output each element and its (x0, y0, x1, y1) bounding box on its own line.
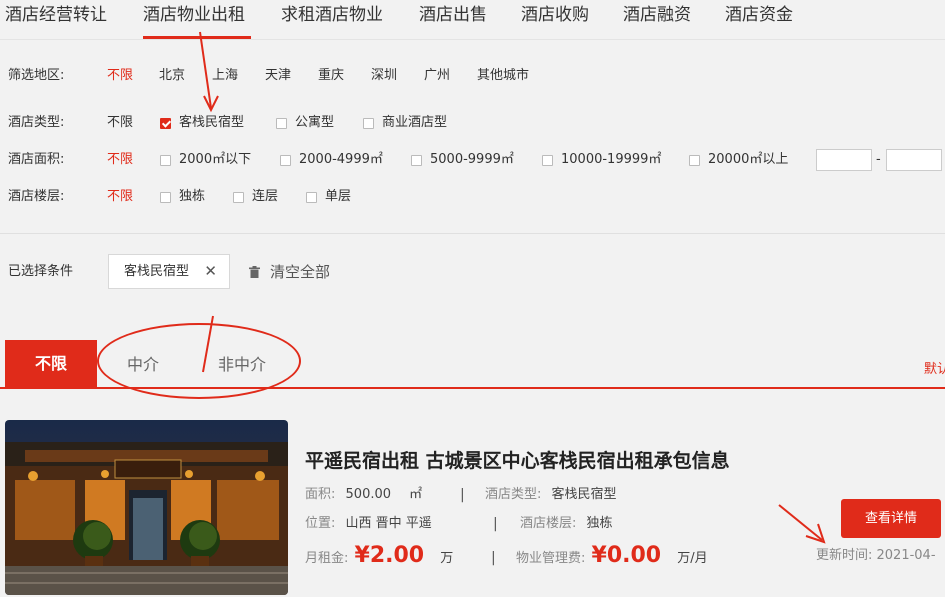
filter-region-row: 筛选地区: 不限 北京 上海 天津 重庆 深圳 广州 其他城市 (0, 65, 945, 87)
listing-mgmt-key: 物业管理费: (516, 551, 586, 566)
filter-region-label: 筛选地区: (8, 68, 65, 83)
active-tab-underline (143, 36, 251, 39)
clear-all-button[interactable]: 清空全部 (249, 261, 330, 283)
filter-area-label: 酒店面积: (8, 152, 65, 167)
tab-hotel-acquisition[interactable]: 酒店收购 (521, 4, 589, 26)
listing-location: 位置: 山西 晋中 平遥 (305, 514, 432, 534)
area-2000-4999-label[interactable]: 2000-4999㎡ (299, 149, 383, 171)
floors-multi-level-label[interactable]: 连层 (252, 186, 278, 208)
area-2000-4999-checkbox[interactable] (280, 155, 291, 166)
selected-condition-chip: 客栈民宿型 ✕ (108, 254, 230, 289)
hotel-type-option-any[interactable]: 不限 (107, 112, 133, 134)
area-option-any[interactable]: 不限 (107, 149, 133, 171)
agent-tab-any[interactable]: 不限 (5, 340, 97, 388)
listing-area: 面积: 500.00 ㎡ (305, 485, 422, 505)
area-max-input[interactable] (886, 149, 942, 171)
separator: | (460, 487, 465, 503)
tab-hotel-property-rent[interactable]: 酒店物业出租 (143, 4, 245, 26)
selected-condition-chip-label: 客栈民宿型 (124, 264, 190, 279)
listing-rent: 月租金: ¥2.00 万 (305, 543, 453, 572)
floors-option-any[interactable]: 不限 (107, 186, 133, 208)
region-option-any[interactable]: 不限 (107, 65, 133, 87)
tab-hotel-sale[interactable]: 酒店出售 (419, 4, 487, 26)
filter-floors-label: 酒店楼层: (8, 189, 65, 204)
listing-area-value: 500.00 (345, 487, 392, 502)
listing-type: 酒店类型: 客栈民宿型 (485, 485, 617, 505)
hotel-facade-image (5, 420, 288, 595)
filter-hotel-type-label: 酒店类型: (8, 115, 65, 130)
listing-mgmt-value: ¥0.00 (591, 543, 662, 568)
tab-hotel-financing[interactable]: 酒店融资 (623, 4, 691, 26)
selected-conditions-label: 已选择条件 (8, 264, 74, 279)
close-icon[interactable]: ✕ (204, 255, 217, 288)
listing-location-key: 位置: (305, 516, 336, 531)
top-nav: 酒店经营转让 酒店物业出租 求租酒店物业 酒店出售 酒店收购 酒店融资 酒店资金 (0, 0, 945, 40)
hotel-type-inn-checkbox[interactable] (160, 118, 171, 129)
region-option-beijing[interactable]: 北京 (159, 65, 185, 87)
listing-type-value: 客栈民宿型 (551, 487, 617, 502)
listing-mgmt-fee: 物业管理费: ¥0.00 万/月 (516, 543, 708, 572)
listing-title[interactable]: 平遥民宿出租 古城景区中心客栈民宿出租承包信息 (305, 448, 730, 474)
listing-thumbnail[interactable] (5, 420, 288, 595)
hotel-type-inn-label[interactable]: 客栈民宿型 (179, 112, 244, 134)
area-under-2000-checkbox[interactable] (160, 155, 171, 166)
listing-rent-value: ¥2.00 (354, 543, 425, 568)
listing-rent-unit: 万 (440, 551, 454, 566)
floors-multi-level-checkbox[interactable] (233, 192, 244, 203)
area-10000-19999-label[interactable]: 10000-19999㎡ (561, 149, 661, 171)
area-over-20000-checkbox[interactable] (689, 155, 700, 166)
area-min-input[interactable] (816, 149, 872, 171)
view-details-button[interactable]: 查看详情 (841, 499, 941, 538)
listing-card: 平遥民宿出租 古城景区中心客栈民宿出租承包信息 面积: 500.00 ㎡ | 酒… (0, 405, 945, 597)
listing-update-time: 更新时间: 2021-04- (816, 548, 936, 563)
area-under-2000-label[interactable]: 2000㎡以下 (179, 149, 251, 171)
separator: | (493, 516, 498, 532)
region-option-shanghai[interactable]: 上海 (212, 65, 238, 87)
listing-area-unit: ㎡ (409, 487, 423, 502)
region-option-tianjin[interactable]: 天津 (265, 65, 291, 87)
floors-whole-building-checkbox[interactable] (160, 192, 171, 203)
listing-rent-key: 月租金: (305, 551, 349, 566)
tab-hotel-funds[interactable]: 酒店资金 (725, 4, 793, 26)
sort-default-link[interactable]: 默认 (924, 358, 945, 377)
tab-hotel-transfer[interactable]: 酒店经营转让 (5, 4, 107, 26)
annotation-ellipse (97, 323, 301, 399)
clear-all-label: 清空全部 (270, 263, 331, 281)
region-option-chongqing[interactable]: 重庆 (318, 65, 344, 87)
area-5000-9999-label[interactable]: 5000-9999㎡ (430, 149, 514, 171)
area-10000-19999-checkbox[interactable] (542, 155, 553, 166)
filter-floors-row: 酒店楼层: 不限 独栋 连层 单层 (0, 186, 945, 208)
listing-location-value: 山西 晋中 平遥 (345, 516, 432, 531)
trash-icon (249, 262, 260, 278)
listing-floor-value: 独栋 (586, 516, 613, 531)
filter-divider (0, 233, 945, 234)
listing-floor-key: 酒店楼层: (520, 516, 577, 531)
region-option-other[interactable]: 其他城市 (477, 65, 529, 87)
hotel-type-apartment-label[interactable]: 公寓型 (295, 112, 334, 134)
tab-seek-hotel-property[interactable]: 求租酒店物业 (281, 4, 383, 26)
area-range-dash: - (876, 152, 881, 167)
separator: | (491, 550, 496, 566)
area-5000-9999-checkbox[interactable] (411, 155, 422, 166)
listing-area-key: 面积: (305, 487, 336, 502)
region-option-guangzhou[interactable]: 广州 (424, 65, 450, 87)
listing-floor: 酒店楼层: 独栋 (520, 514, 613, 534)
hotel-type-apartment-checkbox[interactable] (276, 118, 287, 129)
floors-single-level-label[interactable]: 单层 (325, 186, 351, 208)
area-over-20000-label[interactable]: 20000㎡以上 (708, 149, 788, 171)
arrow-head (203, 95, 219, 113)
floors-whole-building-label[interactable]: 独栋 (179, 186, 205, 208)
listing-type-key: 酒店类型: (485, 487, 542, 502)
region-option-shenzhen[interactable]: 深圳 (371, 65, 397, 87)
hotel-type-business-checkbox[interactable] (363, 118, 374, 129)
listing-mgmt-unit: 万/月 (677, 551, 708, 566)
filter-area-row: 酒店面积: 不限 2000㎡以下 2000-4999㎡ 5000-9999㎡ 1… (0, 149, 945, 171)
hotel-type-business-label[interactable]: 商业酒店型 (382, 112, 447, 134)
filter-hotel-type-row: 酒店类型: 不限 客栈民宿型 公寓型 商业酒店型 (0, 112, 945, 134)
floors-single-level-checkbox[interactable] (306, 192, 317, 203)
